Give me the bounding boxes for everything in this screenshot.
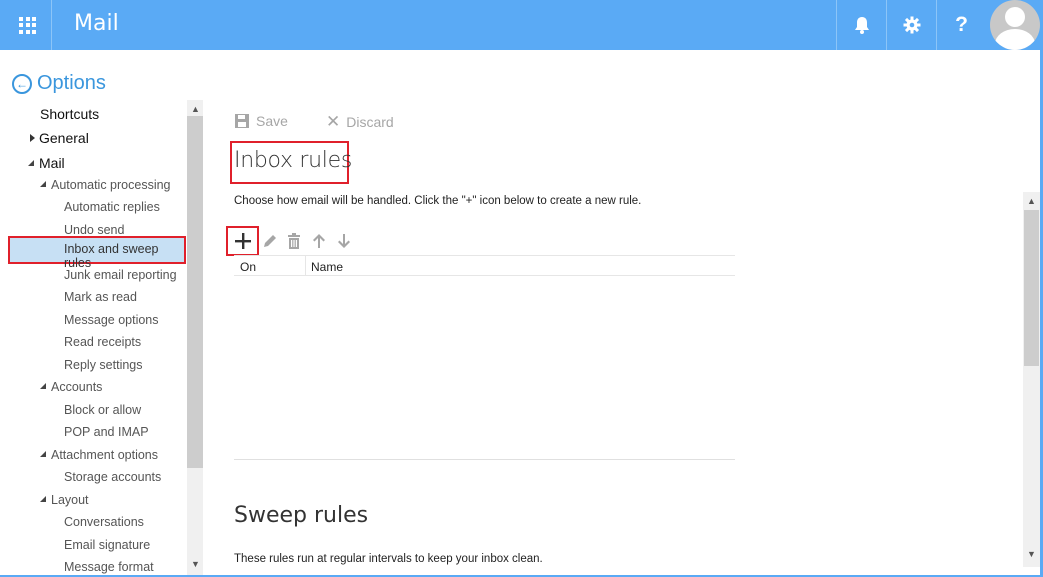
nav-item-label: Junk email reporting (64, 268, 177, 282)
discard-label: Discard (346, 113, 394, 130)
nav-item-general[interactable]: General (30, 130, 89, 146)
nav-item-message-format[interactable]: Message format (64, 560, 154, 574)
nav-item-label: POP and IMAP (64, 425, 149, 439)
nav-item-email-signature[interactable]: Email signature (64, 538, 150, 552)
nav-item-inbox-and-sweep-rules[interactable]: Inbox and sweep rules (8, 236, 186, 270)
nav-item-mail[interactable]: Mail (28, 155, 65, 171)
inbox-rules-title: Inbox rules (234, 148, 352, 173)
nav-item-label: Mail (39, 155, 65, 171)
inbox-rules-description: Choose how email will be handled. Click … (234, 195, 642, 207)
scroll-down-icon[interactable]: ▼ (191, 559, 200, 569)
app-launcher-icon (19, 16, 36, 34)
collapse-arrow-icon (40, 496, 46, 502)
help-button[interactable]: ? (936, 0, 986, 50)
nav-item-label: Accounts (51, 380, 103, 394)
collapse-arrow-icon (40, 383, 46, 389)
nav-item-label: Conversations (64, 515, 144, 529)
nav-scrollbar[interactable]: ▲ ▼ (187, 100, 203, 575)
settings-button[interactable] (886, 0, 936, 50)
options-title: Options (37, 72, 106, 94)
column-separator (305, 256, 306, 276)
bell-icon (854, 17, 869, 34)
delete-rule-button[interactable] (287, 233, 301, 252)
nav-item-mark-as-read[interactable]: Mark as read (64, 290, 137, 304)
save-icon (235, 114, 249, 128)
nav-item-label: Attachment options (51, 448, 159, 462)
nav-item-label: Reply settings (64, 358, 143, 372)
nav-item-label: Automatic processing (51, 178, 171, 192)
nav-item-automatic-processing[interactable]: Automatic processing (40, 178, 171, 192)
collapse-arrow-icon (28, 160, 34, 166)
nav-item-label: Shortcuts (40, 106, 100, 122)
nav-item-pop-and-imap[interactable]: POP and IMAP (64, 425, 149, 439)
save-button[interactable]: Save (235, 113, 288, 129)
move-up-icon (313, 234, 325, 248)
column-header-name[interactable]: Name (311, 260, 343, 274)
expand-arrow-icon (30, 134, 35, 142)
close-icon: ✕ (326, 112, 341, 131)
nav-item-reply-settings[interactable]: Reply settings (64, 358, 143, 372)
notifications-button[interactable] (836, 0, 886, 50)
nav-item-automatic-replies[interactable]: Automatic replies (64, 200, 160, 214)
move-up-button[interactable] (312, 233, 326, 252)
nav-scrollbar-thumb[interactable] (187, 116, 203, 468)
nav-item-label: Layout (51, 493, 89, 507)
nav-item-label: Email signature (64, 538, 151, 552)
scroll-down-icon[interactable]: ▼ (1027, 549, 1036, 559)
nav-item-accounts[interactable]: Accounts (40, 380, 102, 394)
options-back-link[interactable]: ← Options (12, 72, 106, 95)
nav-item-label: Read receipts (64, 335, 142, 349)
nav-item-block-or-allow[interactable]: Block or allow (64, 403, 141, 417)
nav-item-storage-accounts[interactable]: Storage accounts (64, 470, 161, 484)
nav-item-label: Storage accounts (64, 470, 162, 484)
nav-item-label: Mark as read (64, 290, 137, 304)
nav-item-attachment-options[interactable]: Attachment options (40, 448, 158, 462)
main-scrollbar-thumb[interactable] (1024, 210, 1039, 366)
nav-item-junk-email-reporting[interactable]: Junk email reporting (64, 268, 177, 282)
nav-item-label: Message options (64, 313, 159, 327)
main-scrollbar[interactable]: ▲ ▼ (1023, 192, 1040, 567)
delete-icon (288, 233, 300, 249)
app-launcher-button[interactable] (4, 0, 52, 50)
save-label: Save (256, 113, 288, 129)
scroll-up-icon[interactable]: ▲ (1027, 196, 1036, 206)
nav-item-label: Block or allow (64, 403, 142, 417)
scroll-up-icon[interactable]: ▲ (191, 104, 200, 114)
nav-item-label: Undo send (64, 223, 125, 237)
nav-item-shortcuts[interactable]: Shortcuts (40, 106, 99, 122)
edit-icon (264, 235, 276, 247)
section-divider (234, 459, 735, 460)
rules-table-header: On Name (234, 255, 735, 276)
collapse-arrow-icon (40, 181, 46, 187)
nav-item-message-options[interactable]: Message options (64, 313, 159, 327)
discard-button[interactable]: ✕ Discard (326, 113, 394, 130)
add-rule-button[interactable] (226, 226, 259, 256)
sweep-rules-description: These rules run at regular intervals to … (234, 553, 543, 565)
nav-item-label: Automatic replies (64, 200, 160, 214)
nav-item-label: Message format (64, 560, 154, 574)
gear-icon (903, 16, 920, 34)
nav-item-read-receipts[interactable]: Read receipts (64, 335, 141, 349)
move-down-button[interactable] (337, 233, 351, 252)
app-title: Mail (74, 11, 119, 36)
avatar-body (995, 29, 1035, 50)
collapse-arrow-icon (40, 451, 46, 457)
edit-rule-button[interactable] (262, 233, 278, 252)
nav-item-label: Inbox and sweep rules (64, 242, 159, 270)
nav-item-undo-send[interactable]: Undo send (64, 223, 124, 237)
back-arrow-icon: ← (12, 73, 32, 94)
nav-item-layout[interactable]: Layout (40, 493, 89, 507)
nav-item-conversations[interactable]: Conversations (64, 515, 144, 529)
column-header-on[interactable]: On (240, 260, 256, 274)
help-icon: ? (955, 13, 968, 36)
sweep-rules-title: Sweep rules (234, 503, 369, 528)
top-bar: Mail ? (0, 0, 1043, 50)
move-down-icon (338, 234, 350, 248)
avatar-head (1005, 7, 1025, 27)
add-icon (234, 233, 251, 249)
options-nav: Shortcuts General Mail Automatic process… (0, 100, 187, 575)
avatar[interactable] (990, 0, 1040, 50)
nav-item-label: General (39, 130, 89, 146)
